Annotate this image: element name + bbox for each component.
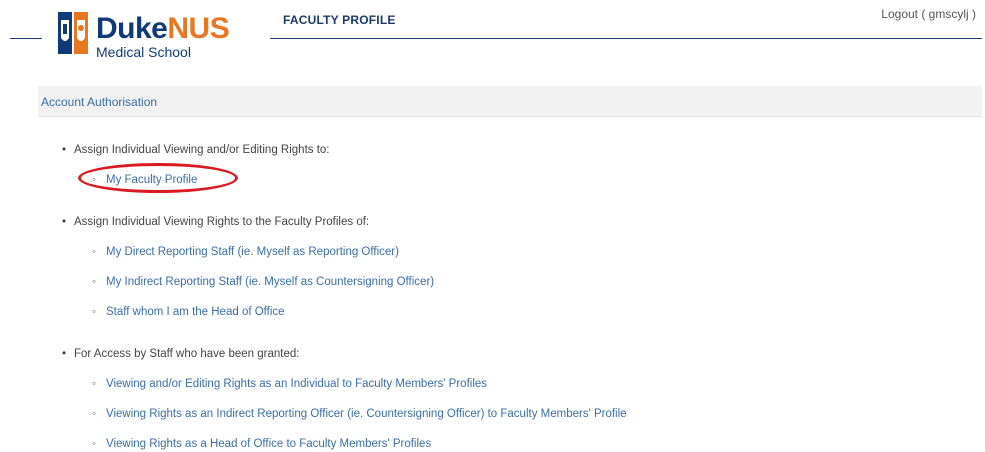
- logout-link[interactable]: Logout ( gmscylj ): [881, 7, 976, 21]
- logo-wordmark: DukeNUS Medical School: [96, 12, 230, 60]
- group-label-granted-access: For Access by Staff who have been grante…: [62, 348, 299, 360]
- app-title[interactable]: FACULTY PROFILE: [283, 13, 396, 27]
- link-indirect-reporting-staff[interactable]: My Indirect Reporting Staff (ie. Myself …: [92, 276, 434, 288]
- page: DukeNUS Medical School FACULTY PROFILE L…: [0, 0, 985, 452]
- link-head-of-office-staff[interactable]: Staff whom I am the Head of Office: [92, 306, 285, 318]
- link-head-of-office-rights[interactable]: Viewing Rights as a Head of Office to Fa…: [92, 438, 431, 450]
- logo-subtitle: Medical School: [96, 44, 191, 60]
- group-label-assign-viewing: Assign Individual Viewing Rights to the …: [62, 216, 369, 228]
- link-individual-rights[interactable]: Viewing and/or Editing Rights as an Indi…: [92, 378, 487, 390]
- logo-brand-nus: NUS: [167, 12, 230, 45]
- link-direct-reporting-staff[interactable]: My Direct Reporting Staff (ie. Myself as…: [92, 246, 399, 258]
- group-label-assign-viewing-editing: Assign Individual Viewing and/or Editing…: [62, 144, 330, 156]
- duke-nus-logo[interactable]: DukeNUS Medical School: [42, 4, 270, 62]
- link-my-faculty-profile[interactable]: My Faculty Profile: [92, 174, 197, 186]
- link-indirect-reporting-officer-rights[interactable]: Viewing Rights as an Indirect Reporting …: [92, 408, 627, 420]
- section-header: Account Authorisation: [38, 86, 982, 117]
- logo-brand-duke: Duke: [96, 12, 168, 45]
- section-title: Account Authorisation: [41, 95, 158, 109]
- shield-logo-icon: [58, 12, 88, 54]
- logo-brand: DukeNUS: [96, 12, 230, 45]
